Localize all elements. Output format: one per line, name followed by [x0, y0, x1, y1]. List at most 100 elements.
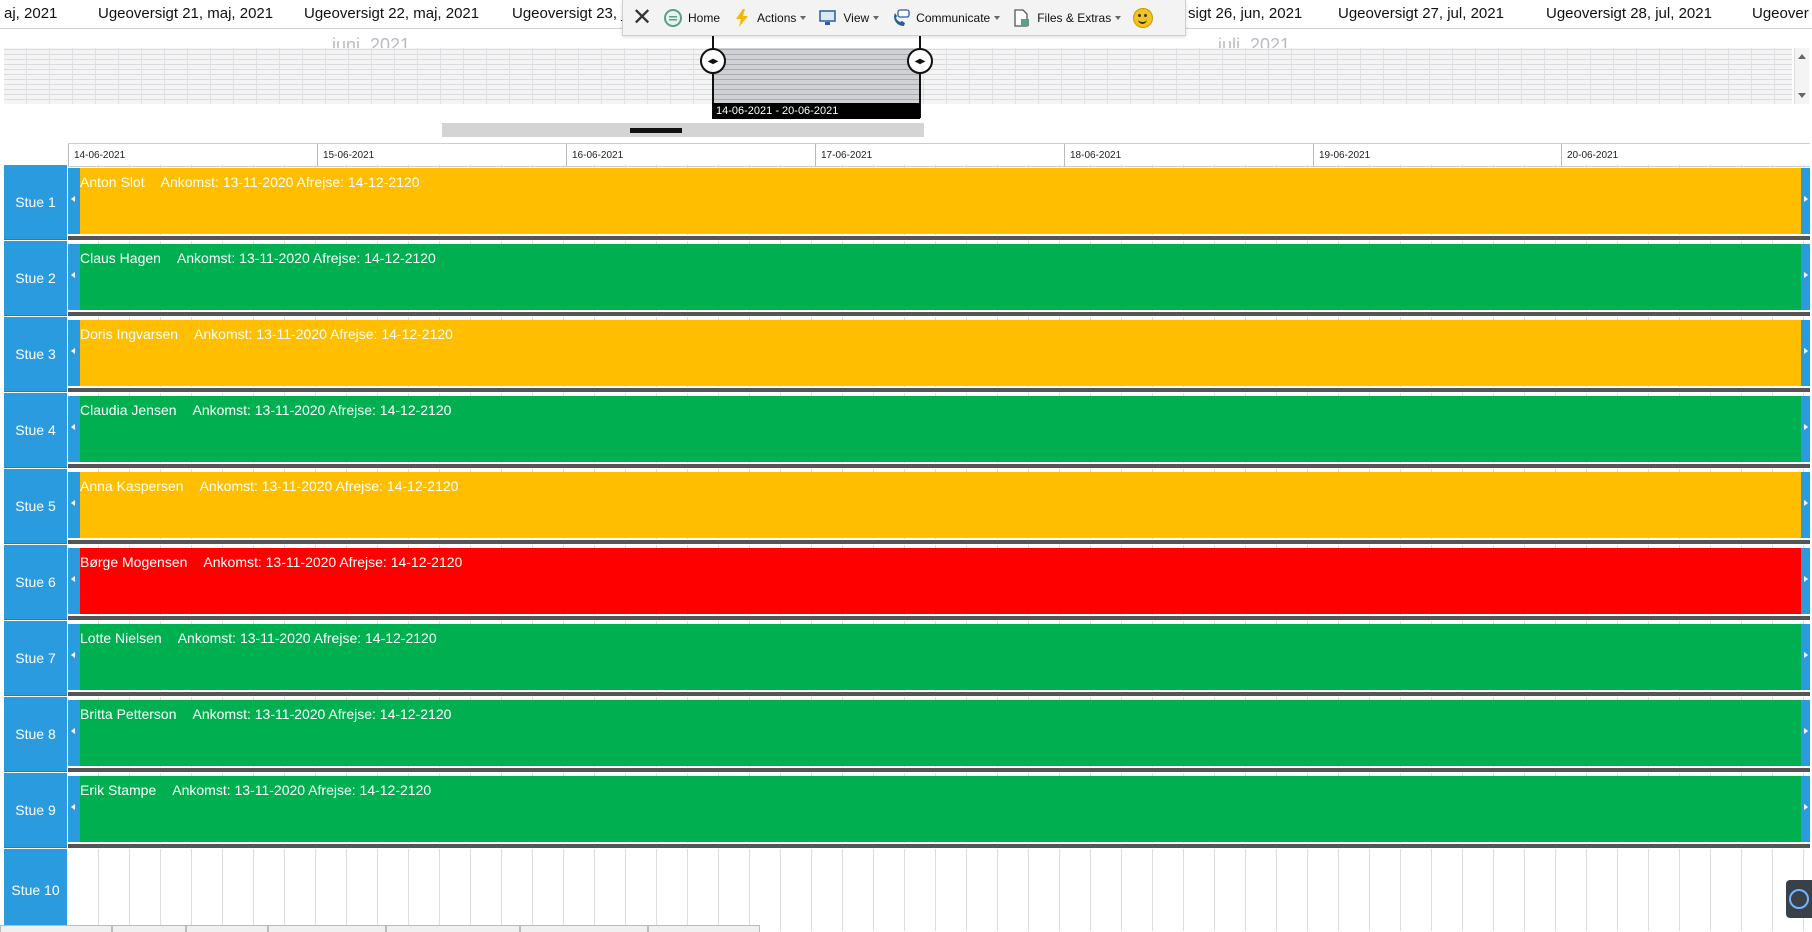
booking-text: Børge Mogensen Ankomst: 13-11-2020 Afrejs… [80, 554, 462, 570]
room-row-header[interactable]: Stue 7 [4, 621, 67, 696]
week-label[interactable]: Ugeover [1752, 5, 1809, 22]
actions-menu[interactable]: Actions [732, 8, 807, 28]
guest-name: Lotte Nielsen [80, 630, 162, 646]
booking-dates: Ankomst: 13-11-2020 Afrejse: 14-12-2120 [177, 630, 437, 646]
booking-bar[interactable]: Børge Mogensen Ankomst: 13-11-2020 Afrejs… [68, 548, 1810, 614]
resize-right-icon[interactable] [1804, 272, 1808, 278]
guest-name: Børge Mogensen [80, 554, 188, 570]
week-label[interactable]: Ugeoversigt 23, ju [512, 5, 633, 22]
resize-left-icon[interactable] [71, 804, 75, 810]
actions-label: Actions [757, 10, 797, 25]
date-column-header[interactable]: 20-06-2021 [1561, 144, 1810, 166]
booking-text: Britta Petterson Ankomst: 13-11-2020 Afre… [80, 706, 451, 722]
resize-left-icon[interactable] [71, 652, 75, 658]
row-separator [68, 691, 1810, 697]
booking-bar[interactable]: Anton Slot Ankomst: 13-11-2020 Afrejse: 1… [68, 168, 1810, 234]
floating-toolbar: ✕ Home Actions View Communicate Files & … [622, 0, 1186, 36]
week-label[interactable]: sigt 26, jun, 2021 [1188, 5, 1302, 22]
communicate-label: Communicate [916, 10, 991, 25]
files-label: Files & Extras [1037, 10, 1112, 25]
guest-name: Doris Ingvarsen [80, 326, 179, 342]
booking-bar[interactable]: Claudia Jensen Ankomst: 13-11-2020 Afrejs… [68, 396, 1810, 462]
week-label[interactable]: Ugeoversigt 22, maj, 2021 [304, 5, 479, 22]
booking-text: Claudia Jensen Ankomst: 13-11-2020 Afrejs… [80, 402, 451, 418]
guest-name: Erik Stampe [80, 782, 157, 798]
home-button[interactable]: Home [663, 8, 720, 28]
feedback-button[interactable] [1133, 7, 1154, 28]
booking-bar[interactable]: Anna Kaspersen Ankomst: 13-11-2020 Afrejs… [68, 472, 1810, 538]
booking-text: Erik Stampe Ankomst: 13-11-2020 Afrejse: … [80, 782, 431, 798]
resize-right-icon[interactable] [1804, 804, 1808, 810]
scroll-up-icon[interactable] [1798, 54, 1806, 59]
resize-left-icon[interactable] [71, 272, 75, 278]
resize-right-icon[interactable] [1804, 728, 1808, 734]
scroll-down-icon[interactable] [1798, 93, 1806, 98]
range-label: 14-06-2021 - 20-06-2021 [712, 103, 920, 119]
selected-range-band[interactable] [712, 48, 920, 104]
booking-text: Claus Hagen Ankomst: 13-11-2020 Afrejse: … [80, 250, 436, 266]
view-label: View [843, 10, 870, 25]
booking-bar[interactable]: Britta Petterson Ankomst: 13-11-2020 Afre… [68, 700, 1810, 766]
room-row-header[interactable]: Stue 2 [4, 241, 67, 316]
date-header: 14-06-2021 15-06-2021 16-06-2021 17-06-2021… [68, 143, 1810, 167]
resize-left-icon[interactable] [71, 424, 75, 430]
booking-bar[interactable]: Claus Hagen Ankomst: 13-11-2020 Afrejse: … [68, 244, 1810, 310]
overview-scroll-thumb[interactable] [630, 128, 682, 133]
booking-dates: Ankomst: 13-11-2020 Afrejse: 14-12-2120 [203, 554, 463, 570]
room-row-header[interactable]: Stue 9 [4, 773, 67, 848]
date-column-header[interactable]: 19-06-2021 [1313, 144, 1562, 166]
range-start-handle[interactable]: ◂▸ [700, 48, 726, 74]
view-menu[interactable]: View [818, 8, 880, 28]
date-column-header[interactable]: 16-06-2021 [566, 144, 815, 166]
resize-left-icon[interactable] [71, 728, 75, 734]
resize-right-icon[interactable] [1804, 500, 1808, 506]
resize-left-icon[interactable] [71, 348, 75, 354]
chevron-down-icon [800, 15, 807, 20]
room-row-header[interactable]: Stue 3 [4, 317, 67, 392]
room-row-header[interactable]: Stue 1 [4, 165, 67, 240]
files-extras-menu[interactable]: Files & Extras [1012, 8, 1122, 28]
room-row-header[interactable]: Stue 6 [4, 545, 67, 620]
communicate-menu[interactable]: Communicate [891, 8, 1001, 28]
date-column-header[interactable]: 18-06-2021 [1064, 144, 1313, 166]
booking-dates: Ankomst: 13-11-2020 Afrejse: 14-12-2120 [194, 326, 453, 342]
row-separator [68, 539, 1810, 545]
guest-name: Claus Hagen [80, 250, 161, 266]
date-column-header[interactable]: 17-06-2021 [815, 144, 1064, 166]
resize-left-icon[interactable] [71, 576, 75, 582]
booking-text: Anna Kaspersen Ankomst: 13-11-2020 Afrejs… [80, 478, 458, 494]
date-column-header[interactable]: 14-06-2021 [68, 144, 317, 166]
resize-right-icon[interactable] [1804, 196, 1808, 202]
overview-scrollbar[interactable] [442, 123, 924, 137]
chevron-down-icon [1115, 15, 1122, 20]
week-label[interactable]: Ugeoversigt 21, maj, 2021 [98, 5, 273, 22]
resize-right-icon[interactable] [1804, 652, 1808, 658]
remote-session-button[interactable] [1786, 880, 1812, 918]
resize-right-icon[interactable] [1804, 348, 1808, 354]
booking-bar[interactable]: Lotte Nielsen Ankomst: 13-11-2020 Afrejse… [68, 624, 1810, 690]
remote-icon [1789, 889, 1809, 909]
room-row-header[interactable]: Stue 5 [4, 469, 67, 544]
week-label[interactable]: aj, 2021 [4, 5, 57, 22]
room-row-header[interactable]: Stue 8 [4, 697, 67, 772]
resize-right-icon[interactable] [1804, 576, 1808, 582]
resize-right-icon[interactable] [1804, 424, 1808, 430]
room-row-header[interactable]: Stue 10 [4, 849, 67, 931]
room-row-header[interactable]: Stue 4 [4, 393, 67, 468]
week-label[interactable]: Ugeoversigt 27, jul, 2021 [1338, 5, 1504, 22]
resize-left-icon[interactable] [71, 500, 75, 506]
booking-bar[interactable]: Doris Ingvarsen Ankomst: 13-11-2020 Afrej… [68, 320, 1810, 386]
bottom-tabs [0, 925, 1812, 932]
resize-left-icon[interactable] [71, 196, 75, 202]
row-separator [68, 235, 1810, 241]
guest-name: Britta Petterson [80, 706, 177, 722]
booking-bar[interactable]: Erik Stampe Ankomst: 13-11-2020 Afrejse: … [68, 776, 1810, 842]
week-label[interactable]: Ugeoversigt 28, jul, 2021 [1546, 5, 1712, 22]
row-separator [68, 463, 1810, 469]
range-end-handle[interactable]: ◂▸ [907, 48, 933, 74]
row-separator [68, 615, 1810, 621]
close-icon[interactable]: ✕ [629, 4, 655, 31]
phone-chat-icon [891, 8, 911, 28]
date-column-header[interactable]: 15-06-2021 [317, 144, 566, 166]
overview-vertical-scrollbar[interactable] [1794, 48, 1809, 104]
